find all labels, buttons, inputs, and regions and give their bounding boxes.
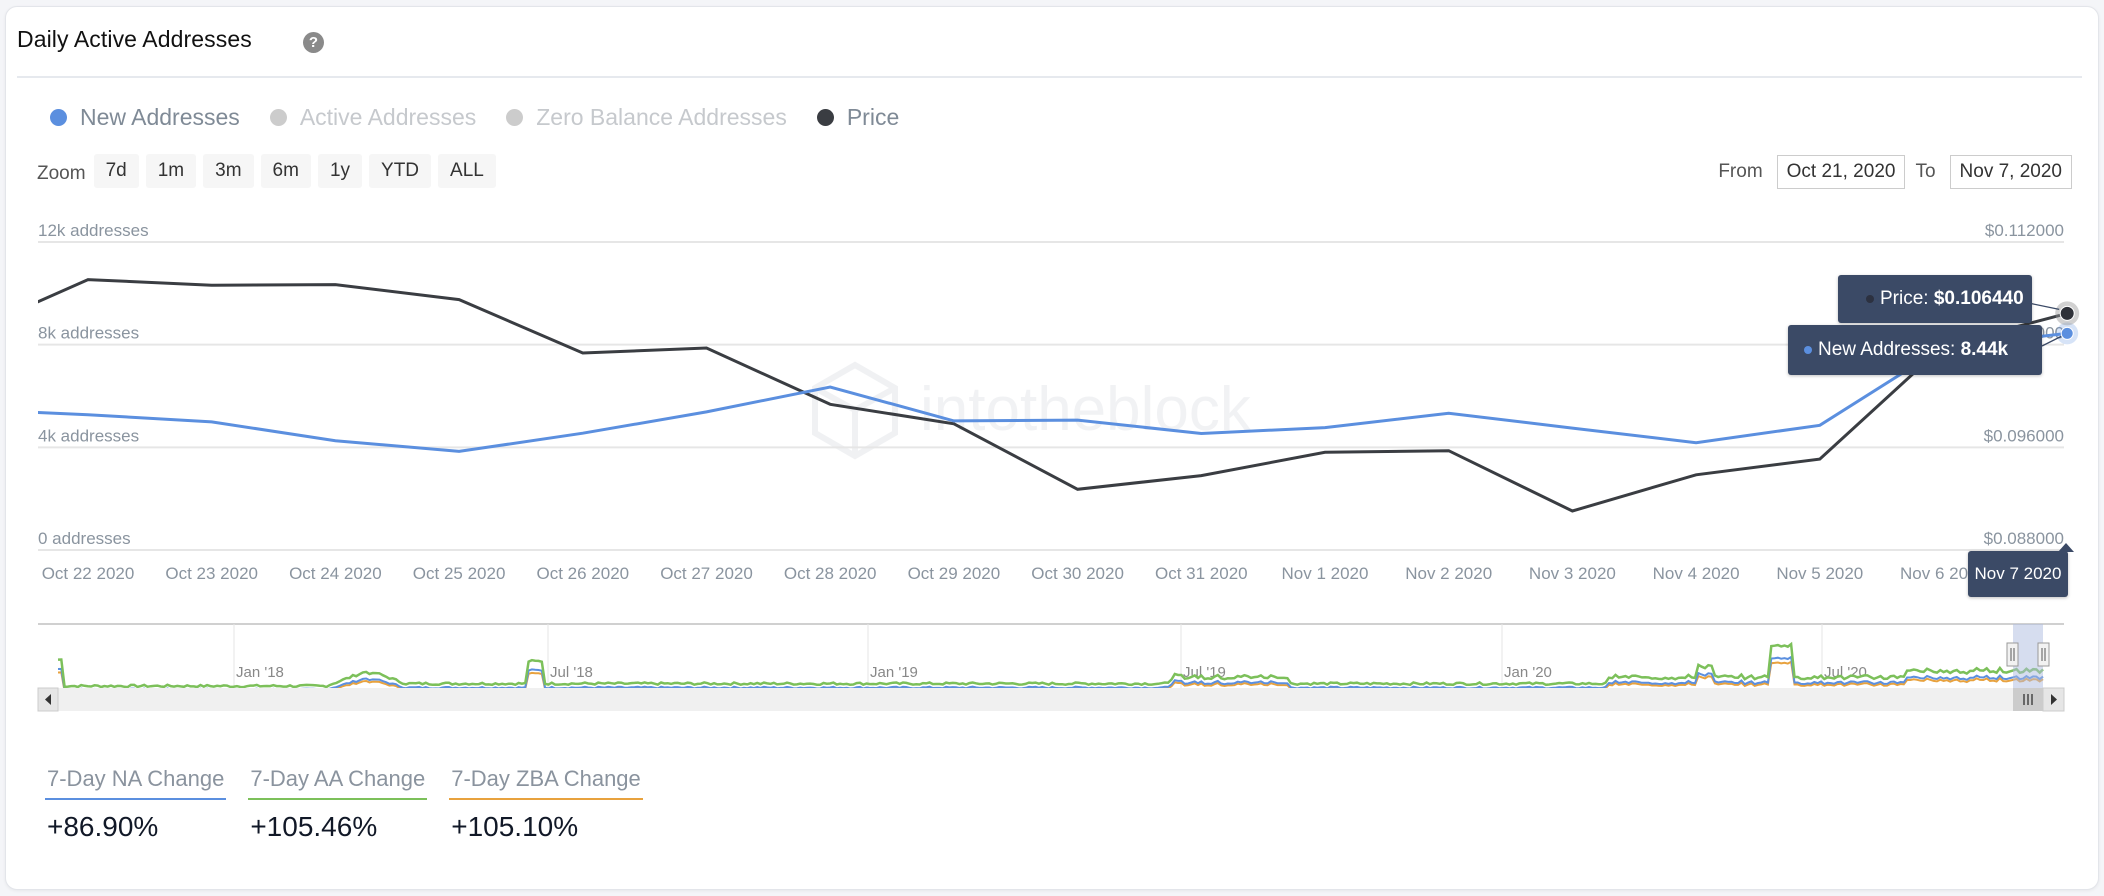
stat-label: 7-Day ZBA Change xyxy=(449,766,643,800)
navigator-label: Jan '18 xyxy=(236,664,284,681)
x-tick-label: Oct 28 2020 xyxy=(784,564,877,583)
price-marker xyxy=(2059,305,2075,321)
right-tick-label: $0.096000 xyxy=(1984,426,2064,445)
x-tick-label: Nov 3 2020 xyxy=(1529,564,1616,583)
x-tick-label: Oct 29 2020 xyxy=(908,564,1001,583)
watermark-logo-icon xyxy=(812,361,898,460)
stat-aa-change: 7-Day AA Change +105.46% xyxy=(248,766,428,843)
tooltip-date-label: Nov 7 2020 xyxy=(1974,564,2062,583)
x-tick-label: Nov 1 2020 xyxy=(1282,564,1369,583)
x-tick-label: Oct 26 2020 xyxy=(536,564,629,583)
tooltip-price: Price: $0.106440 xyxy=(1838,275,2032,323)
left-tick-label: 8k addresses xyxy=(38,324,139,343)
x-tick-label: Nov 5 2020 xyxy=(1776,564,1863,583)
left-tick-label: 12k addresses xyxy=(38,221,149,240)
navigator-grid: Jan '18 Jul '18 Jan '19 Jul '19 Jan '20 Jul '… xyxy=(233,624,1867,688)
scrollbar-thumb[interactable] xyxy=(2013,688,2043,711)
new-addresses-marker xyxy=(2060,326,2074,340)
right-tick-label: $0.112000 xyxy=(1985,221,2064,240)
stat-na-change: 7-Day NA Change +86.90% xyxy=(45,766,227,843)
main-chart[interactable]: intotheblock 0 addresses4k addresses8k a… xyxy=(0,0,2104,600)
x-tick-label: Oct 30 2020 xyxy=(1031,564,1124,583)
tooltip-date-pointer xyxy=(2058,543,2074,552)
new-addresses-dot-icon xyxy=(1804,345,1812,354)
scrollbar-right-arrow[interactable] xyxy=(2042,687,2065,712)
stat-value: +86.90% xyxy=(47,811,159,842)
x-axis: Oct 22 2020 Oct 23 2020 Oct 24 2020 Oct 25 … xyxy=(42,564,1987,583)
stat-label: 7-Day AA Change xyxy=(248,766,428,800)
scrollbar-track[interactable] xyxy=(38,688,2064,711)
navigator[interactable]: Jan '18 Jul '18 Jan '19 Jul '19 Jan '20 Jul '… xyxy=(0,620,2104,720)
navigator-left-handle[interactable] xyxy=(2006,642,2019,667)
x-tick-label: Nov 2 2020 xyxy=(1405,564,1492,583)
stat-label: 7-Day NA Change xyxy=(45,766,227,800)
stat-value: +105.46% xyxy=(250,811,378,842)
right-tick-label: $0.088000 xyxy=(1984,529,2064,548)
navigator-line-active xyxy=(57,641,2044,689)
x-tick-label: Oct 25 2020 xyxy=(413,564,506,583)
scrollbar-left-arrow[interactable] xyxy=(37,687,59,712)
navigator-lines xyxy=(57,641,2044,693)
price-dot-icon xyxy=(1866,294,1874,303)
tooltip-price-label: Price: xyxy=(1880,288,1934,309)
navigator-label: Jul '18 xyxy=(550,664,593,681)
x-tick-label: Oct 23 2020 xyxy=(165,564,258,583)
left-tick-label: 4k addresses xyxy=(38,426,139,445)
x-tick-label: Oct 31 2020 xyxy=(1155,564,1248,583)
right-axis: $0.088000$0.096000$0.104000$0.112000 xyxy=(1984,221,2064,548)
left-axis: 0 addresses 4k addresses 8k addresses 12k a… xyxy=(38,221,149,548)
tooltip-na-label: New Addresses: xyxy=(1818,339,1961,360)
x-tick-label: Oct 27 2020 xyxy=(660,564,753,583)
x-tick-label: Oct 22 2020 xyxy=(42,564,135,583)
change-stats: 7-Day NA Change +86.90% 7-Day AA Change … xyxy=(45,766,665,843)
navigator-label: Jan '20 xyxy=(1504,664,1552,681)
tooltip-price-value: $0.106440 xyxy=(1933,288,2024,309)
left-tick-label: 0 addresses xyxy=(38,529,131,548)
tooltip-date: Nov 7 2020 xyxy=(1968,551,2068,597)
stat-value: +105.10% xyxy=(451,811,579,842)
stat-zba-change: 7-Day ZBA Change +105.10% xyxy=(449,766,643,843)
x-tick-label: Nov 4 2020 xyxy=(1653,564,1740,583)
navigator-label: Jan '19 xyxy=(870,664,918,681)
navigator-right-handle[interactable] xyxy=(2037,642,2050,667)
tooltip-new-addresses: New Addresses: 8.44k xyxy=(1788,325,2042,375)
x-tick-label: Oct 24 2020 xyxy=(289,564,382,583)
tooltip-na-value: 8.44k xyxy=(1960,339,2009,360)
